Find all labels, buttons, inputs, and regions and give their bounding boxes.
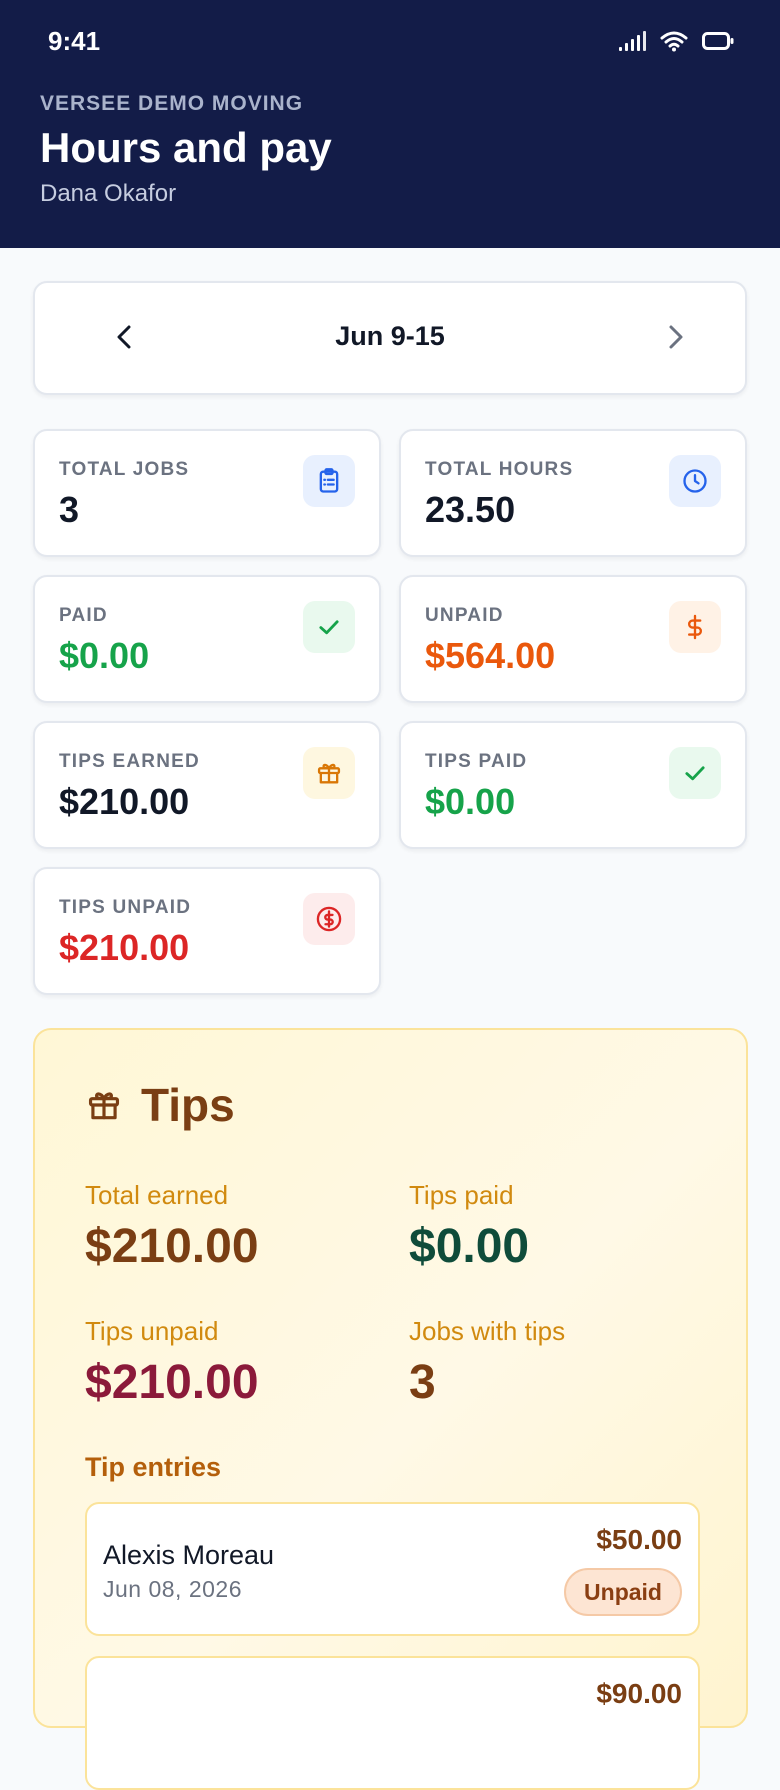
metric-label: Tips unpaid [85, 1316, 219, 1346]
stat-label: TIPS PAID [425, 751, 528, 772]
stat-card-total-hours: TOTAL HOURS 23.50 [399, 429, 747, 557]
tip-metric-tips-unpaid: Tips unpaid $210.00 [85, 1316, 259, 1410]
clock-icon [669, 455, 721, 507]
entry-amount: $50.00 [596, 1524, 682, 1555]
stat-card-tips-earned: TIPS EARNED $210.00 [33, 721, 381, 849]
entry-customer-name: Alexis Moreau [103, 1540, 275, 1570]
metric-value: $210.00 [85, 1220, 259, 1273]
metric-value: 3 [409, 1356, 436, 1409]
check-icon [669, 747, 721, 799]
week-range-label: Jun 9-15 [335, 321, 445, 351]
stat-value: $210.00 [59, 781, 190, 822]
check-icon [303, 601, 355, 653]
dollar-icon [669, 601, 721, 653]
week-selector: Jun 9-15 [33, 281, 747, 395]
stat-card-paid: PAID $0.00 [33, 575, 381, 703]
stat-label: TOTAL JOBS [59, 459, 190, 480]
stat-value: $210.00 [59, 927, 190, 968]
metric-value: $210.00 [85, 1356, 259, 1409]
tip-metric-jobs-with-tips: Jobs with tips 3 [409, 1316, 565, 1410]
tips-title: Tips [141, 1079, 235, 1131]
status-icons [618, 30, 734, 52]
stat-value: $564.00 [425, 635, 556, 676]
stat-value: 3 [59, 489, 80, 530]
stat-card-tips-unpaid: TIPS UNPAID $210.00 [33, 867, 381, 995]
tips-panel: Tips Total earned $210.00 Tips paid $0.0… [33, 1028, 748, 1790]
stat-label: TOTAL HOURS [425, 459, 574, 480]
gift-icon [303, 747, 355, 799]
metric-label: Tips paid [409, 1180, 514, 1210]
clipboard-icon [303, 455, 355, 507]
gift-icon [88, 1092, 120, 1120]
app-header: 9:41 VERSEE DEMO MOVING Hours and pay Da… [0, 0, 780, 248]
stat-value: $0.00 [425, 781, 516, 822]
stat-card-unpaid: UNPAID $564.00 [399, 575, 747, 703]
entry-date: Jun 08, 2026 [103, 1576, 243, 1602]
status-badge: Unpaid [564, 1568, 682, 1616]
metric-label: Total earned [85, 1180, 229, 1210]
stat-label: PAID [59, 605, 108, 626]
wifi-icon [660, 31, 688, 52]
metric-value: $0.00 [409, 1220, 530, 1273]
page-title: Hours and pay [40, 124, 332, 171]
entry-amount: $90.00 [596, 1678, 682, 1709]
tips-header: Tips [85, 1078, 235, 1132]
next-week-button[interactable] [653, 315, 697, 359]
battery-icon [702, 32, 734, 50]
user-name: Dana Okafor [40, 180, 177, 207]
stat-card-total-jobs: TOTAL JOBS 3 [33, 429, 381, 557]
tip-entry[interactable]: Alexis Moreau Jun 08, 2026 $50.00 Unpaid [85, 1502, 700, 1636]
status-time: 9:41 [48, 26, 101, 56]
chevron-right-icon [669, 325, 683, 349]
tip-metric-tips-paid: Tips paid $0.00 [409, 1180, 529, 1274]
tip-entries-label: Tip entries [85, 1452, 222, 1482]
stat-label: TIPS EARNED [59, 751, 200, 772]
organization-name: VERSEE DEMO MOVING [40, 92, 304, 115]
stat-card-tips-paid: TIPS PAID $0.00 [399, 721, 747, 849]
stat-value: 23.50 [425, 489, 516, 530]
signal-icon [619, 31, 646, 51]
tip-entry[interactable]: $90.00 [85, 1656, 700, 1790]
metric-label: Jobs with tips [409, 1316, 566, 1346]
dollar-circle-icon [303, 893, 355, 945]
tip-metric-total-earned: Total earned $210.00 [85, 1180, 259, 1274]
stat-value: $0.00 [59, 635, 150, 676]
stat-label: TIPS UNPAID [59, 897, 192, 918]
stat-label: UNPAID [425, 605, 504, 626]
